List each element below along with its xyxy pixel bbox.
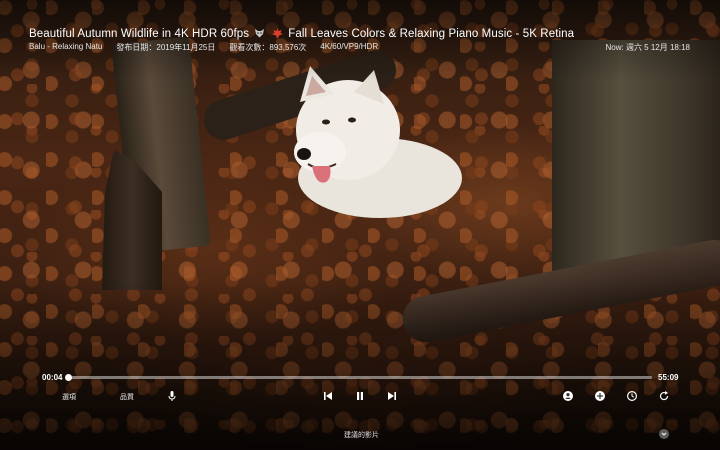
video-title-part2: Fall Leaves Colors & Relaxing Piano Musi…: [288, 28, 575, 40]
add-button[interactable]: [594, 390, 606, 402]
chevron-down-icon: [661, 432, 667, 436]
clock-icon: [626, 390, 638, 402]
microphone-icon: [168, 391, 176, 401]
video-title: Beautiful Autumn Wildlife in 4K HDR 60fp…: [29, 28, 574, 40]
replay-button[interactable]: [658, 390, 670, 402]
refresh-icon: [659, 391, 669, 401]
suggested-expand-button[interactable]: [659, 429, 669, 439]
suggested-videos-label[interactable]: 建議的影片: [344, 430, 379, 440]
publish-date: 發布日期：2019年11月25日: [116, 43, 216, 52]
maple-leaf-emoji-icon: [272, 28, 286, 40]
next-button[interactable]: [386, 390, 398, 402]
skip-next-icon: [388, 392, 396, 400]
quality-button[interactable]: 品質: [120, 392, 134, 402]
pause-button[interactable]: [354, 390, 366, 402]
channel-name[interactable]: Balu - Relaxing Natu: [29, 42, 102, 53]
account-circle-icon: [563, 391, 573, 401]
skip-previous-icon: [324, 392, 332, 400]
current-clock: Now: 週六 5 12月 18:18: [605, 43, 690, 52]
progress-scrubber[interactable]: [65, 374, 72, 381]
overlay-gradient: [0, 0, 720, 450]
video-meta: Balu - Relaxing Natu 發布日期：2019年11月25日 觀看…: [29, 42, 378, 53]
pause-icon: [357, 392, 363, 400]
previous-button[interactable]: [322, 390, 334, 402]
video-title-part1: Beautiful Autumn Wildlife in 4K HDR 60fp…: [29, 28, 250, 40]
account-button[interactable]: [562, 390, 574, 402]
video-format: 4K/60/VP9/HDR: [320, 42, 379, 51]
watch-later-button[interactable]: [626, 390, 638, 402]
voice-search-button[interactable]: [166, 390, 178, 402]
wolf-emoji-icon: [254, 29, 268, 40]
current-time: 00:04: [42, 373, 63, 382]
add-circle-icon: [595, 391, 605, 401]
view-count: 觀看次數：893,576次: [229, 43, 307, 52]
duration: 55:09: [658, 373, 679, 382]
progress-bar[interactable]: [65, 374, 652, 381]
video-frame[interactable]: [0, 0, 720, 450]
options-button[interactable]: 選項: [62, 392, 76, 402]
